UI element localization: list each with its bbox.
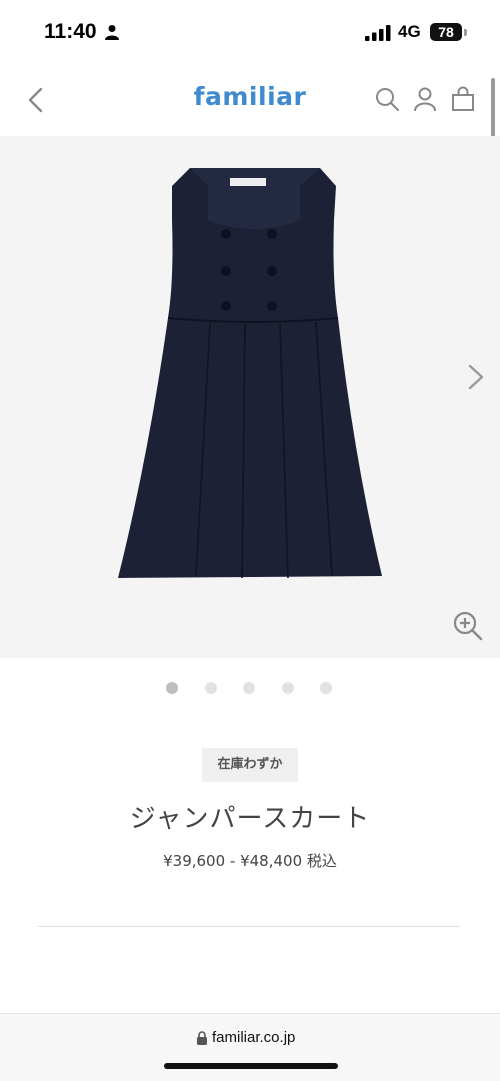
site-header: familiar	[0, 64, 500, 136]
pagination-dot-1[interactable]	[166, 682, 178, 694]
status-bar: 11:40 4G 78	[0, 0, 500, 64]
battery-tip	[464, 29, 467, 36]
divider	[38, 926, 460, 927]
product-gallery[interactable]	[0, 136, 500, 658]
lock-icon	[197, 1031, 207, 1045]
pagination-dot-2[interactable]	[205, 682, 217, 694]
pagination-dot-4[interactable]	[282, 682, 294, 694]
pagination-dot-3[interactable]	[243, 682, 255, 694]
search-icon[interactable]	[374, 86, 400, 112]
signal-icon	[365, 25, 391, 41]
battery-level: 78	[430, 23, 462, 41]
pagination-dot-5[interactable]	[320, 682, 332, 694]
stock-badge: 在庫わずか	[202, 748, 298, 782]
url-text[interactable]: familiar.co.jp	[212, 1029, 295, 1046]
product-price: ¥39,600 - ¥48,400 税込	[163, 852, 337, 870]
home-indicator[interactable]	[164, 1063, 338, 1069]
chevron-right-icon[interactable]	[462, 362, 488, 392]
zoom-in-icon[interactable]	[452, 610, 484, 642]
product-title: ジャンパースカート	[129, 804, 371, 834]
browser-address-bar[interactable]	[0, 1013, 500, 1081]
cart-icon[interactable]	[450, 86, 476, 112]
account-icon[interactable]	[412, 86, 438, 112]
network-type: 4G	[398, 22, 421, 41]
status-time: 11:40	[44, 20, 97, 43]
person-icon	[105, 25, 119, 40]
product-image	[118, 168, 382, 579]
gallery-pagination	[0, 680, 500, 696]
